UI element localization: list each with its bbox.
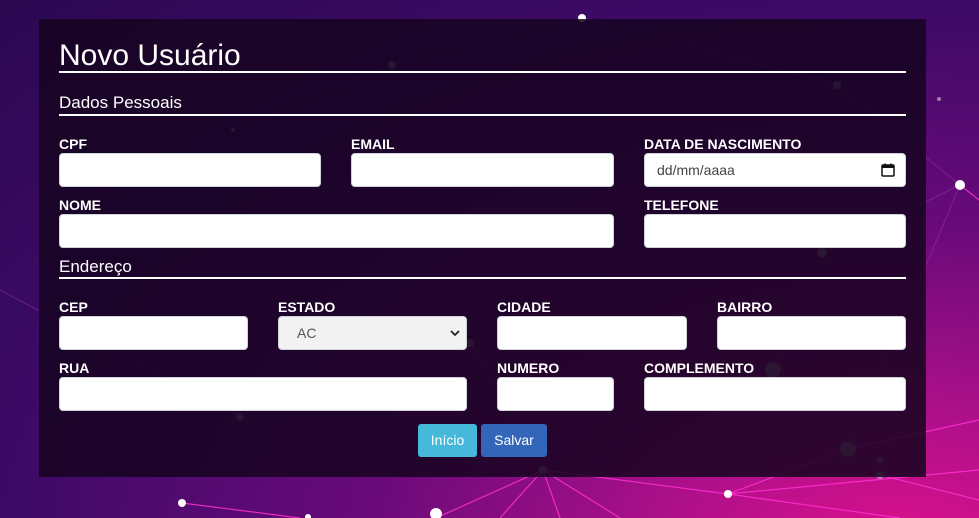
street-label: RUA [59,360,90,376]
chevron-down-icon [450,330,460,337]
page-title: Novo Usuário [59,39,241,72]
neighborhood-field[interactable] [717,316,906,350]
personal-section-divider [59,114,906,116]
email-label: EMAIL [351,136,395,152]
state-label: ESTADO [278,299,336,315]
street-field[interactable] [59,377,467,411]
save-button[interactable]: Salvar [481,424,547,457]
number-field[interactable] [497,377,614,411]
complement-field[interactable] [644,377,906,411]
cep-label: CEP [59,299,88,315]
calendar-icon[interactable] [881,163,895,177]
section-title-address: Endereço [59,257,132,276]
neighborhood-label: BAIRRO [717,299,773,315]
state-select[interactable]: AC [278,316,467,350]
birth-date-placeholder: dd/mm/aaaa [657,162,735,178]
birth-date-label: DATA DE NASCIMENTO [644,136,802,152]
name-field[interactable] [59,214,614,248]
state-selected-value: AC [297,325,317,341]
phone-field[interactable] [644,214,906,248]
section-title-personal: Dados Pessoais [59,93,182,112]
city-field[interactable] [497,316,687,350]
birth-date-field[interactable]: dd/mm/aaaa [644,153,906,187]
city-label: CIDADE [497,299,551,315]
cep-field[interactable] [59,316,248,350]
number-label: NUMERO [497,360,560,376]
cpf-field[interactable] [59,153,321,187]
title-divider [59,71,906,73]
cpf-label: CPF [59,136,87,152]
home-button[interactable]: Início [418,424,477,457]
complement-label: COMPLEMENTO [644,360,755,376]
address-section-divider [59,277,906,279]
phone-label: TELEFONE [644,197,719,213]
new-user-form-panel: Novo Usuário Dados Pessoais CPF EMAIL DA… [39,19,926,477]
name-label: NOME [59,197,101,213]
email-field[interactable] [351,153,614,187]
